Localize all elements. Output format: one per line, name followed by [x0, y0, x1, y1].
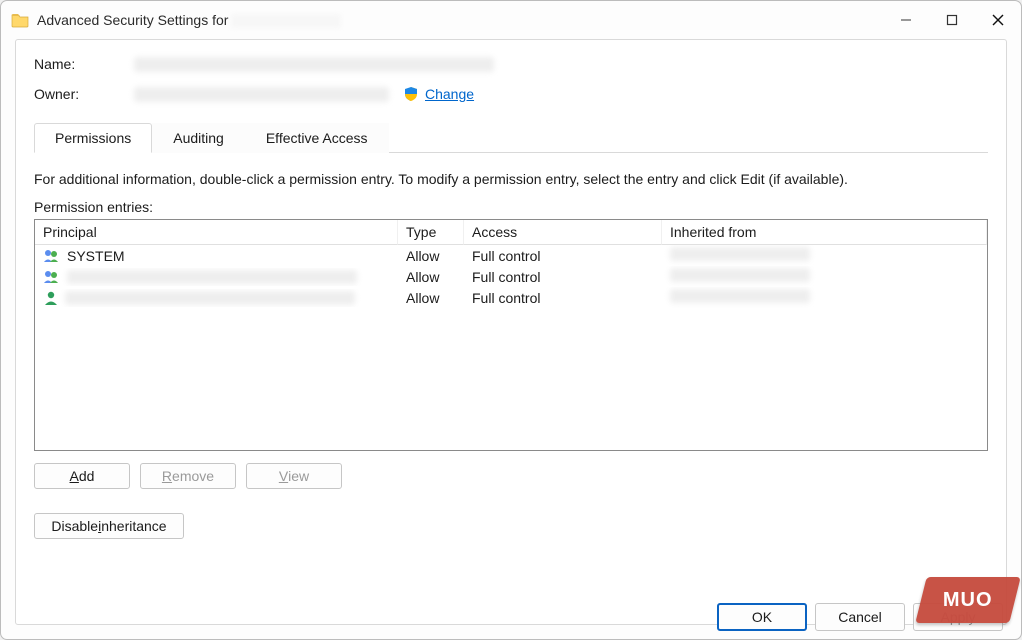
inheritance-row: Disable inheritance	[34, 513, 988, 539]
ok-button[interactable]: OK	[717, 603, 807, 631]
table-header: Principal Type Access Inherited from	[35, 220, 987, 245]
cancel-button[interactable]: Cancel	[815, 603, 905, 631]
folder-icon	[11, 12, 29, 28]
col-header-access[interactable]: Access	[464, 220, 662, 245]
remove-button[interactable]: Remove	[140, 463, 236, 489]
view-button[interactable]: View	[246, 463, 342, 489]
permission-entries-table[interactable]: Principal Type Access Inherited from SYS…	[34, 219, 988, 451]
tab-permissions[interactable]: Permissions	[34, 123, 152, 153]
owner-value-redacted	[134, 87, 389, 102]
add-button[interactable]: Add	[34, 463, 130, 489]
close-button[interactable]	[975, 1, 1021, 39]
owner-row: Owner: Change	[34, 86, 988, 102]
col-header-type[interactable]: Type	[398, 220, 464, 245]
window-title: Advanced Security Settings for	[37, 12, 341, 28]
user-icon	[43, 291, 59, 305]
table-row[interactable]: SYSTEMAllowFull control	[35, 245, 987, 266]
col-header-principal[interactable]: Principal	[35, 220, 398, 245]
group-icon	[43, 270, 61, 284]
minimize-button[interactable]	[883, 1, 929, 39]
entry-buttons-row: Add Remove View	[34, 463, 988, 489]
content-panel: Name: Owner: Change Permissions Auditing…	[15, 39, 1007, 625]
name-label: Name:	[34, 56, 134, 72]
instructions-text: For additional information, double-click…	[34, 171, 988, 187]
titlebar: Advanced Security Settings for	[1, 1, 1021, 39]
name-row: Name:	[34, 56, 988, 72]
tab-auditing[interactable]: Auditing	[152, 123, 245, 153]
tab-bar: Permissions Auditing Effective Access	[34, 122, 988, 153]
group-icon	[43, 249, 61, 263]
maximize-button[interactable]	[929, 1, 975, 39]
title-redacted	[231, 14, 341, 28]
col-header-inherited[interactable]: Inherited from	[662, 220, 987, 245]
name-value-redacted	[134, 57, 494, 72]
advanced-security-window: Advanced Security Settings for Name: Own…	[0, 0, 1022, 640]
table-row[interactable]: AllowFull control	[35, 266, 987, 287]
muo-watermark: MUO	[915, 577, 1020, 623]
change-owner-link[interactable]: Change	[425, 86, 474, 102]
disable-inheritance-button[interactable]: Disable inheritance	[34, 513, 184, 539]
entries-label: Permission entries:	[34, 199, 988, 215]
tab-effective-access[interactable]: Effective Access	[245, 123, 389, 153]
table-row[interactable]: AllowFull control	[35, 287, 987, 308]
shield-icon	[403, 86, 419, 102]
owner-label: Owner:	[34, 86, 134, 102]
